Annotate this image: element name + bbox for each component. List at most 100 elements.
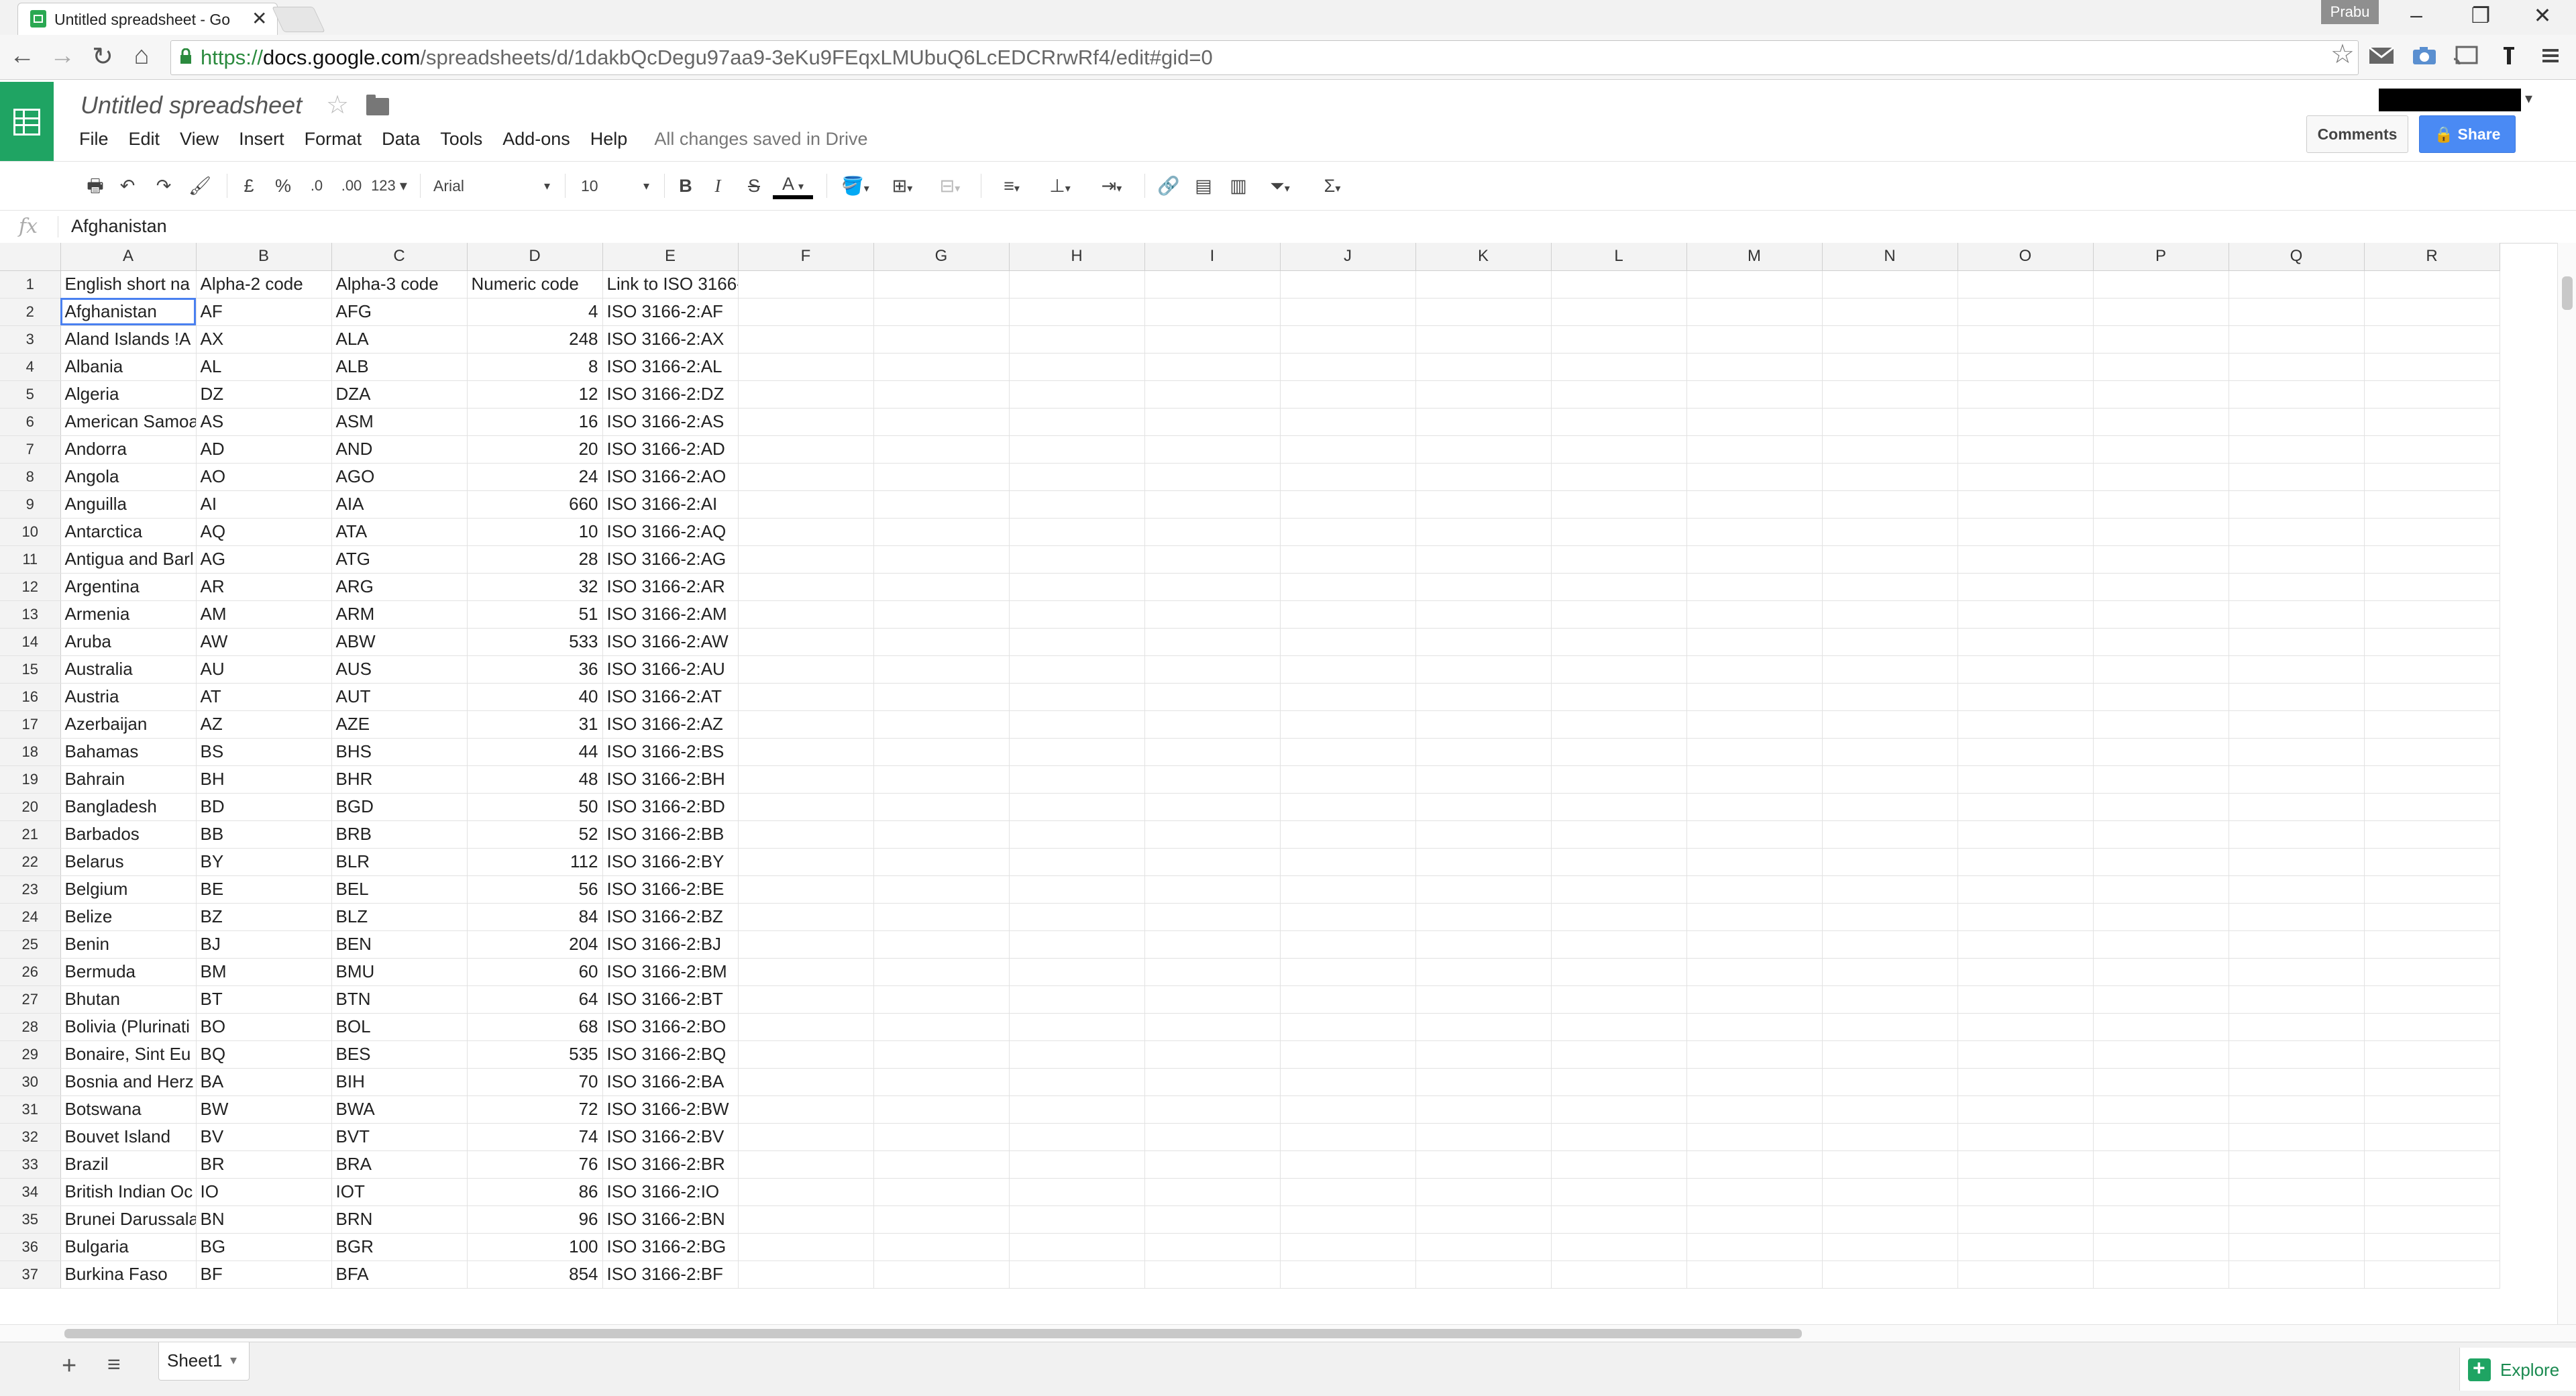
cell-k27[interactable] [1415,985,1552,1014]
cell-r3[interactable] [2364,325,2500,354]
cell-b25[interactable]: BJ [196,930,332,959]
explore-button[interactable]: Explore [2459,1348,2576,1391]
cell-i25[interactable] [1144,930,1281,959]
row-header[interactable]: 33 [0,1150,61,1179]
cell-f4[interactable] [738,353,874,381]
insert-comment-icon[interactable]: ▤ [1190,171,1217,201]
cell-q3[interactable] [2229,325,2365,354]
cell-i34[interactable] [1144,1178,1281,1206]
cell-q30[interactable] [2229,1068,2365,1096]
cell-a4[interactable]: Albania [60,353,197,381]
cell-q6[interactable] [2229,408,2365,436]
cell-i31[interactable] [1144,1095,1281,1124]
cell-q9[interactable] [2229,490,2365,519]
menu-data[interactable]: Data [382,129,420,153]
cell-r33[interactable] [2364,1150,2500,1179]
cell-g1[interactable] [873,270,1010,299]
cell-l17[interactable] [1551,710,1687,739]
cell-o13[interactable] [1957,600,2094,629]
cell-l4[interactable] [1551,353,1687,381]
cell-h22[interactable] [1009,848,1145,876]
cell-q5[interactable] [2229,380,2365,409]
cell-f17[interactable] [738,710,874,739]
row-header[interactable]: 19 [0,765,61,794]
cell-a16[interactable]: Austria [60,683,197,711]
cell-d11[interactable]: 28 [467,545,603,574]
cell-g24[interactable] [873,903,1010,931]
cell-o16[interactable] [1957,683,2094,711]
cell-c30[interactable]: BIH [331,1068,468,1096]
cell-c21[interactable]: BRB [331,820,468,849]
cell-l14[interactable] [1551,628,1687,656]
cell-d35[interactable]: 96 [467,1205,603,1234]
filter-icon[interactable]: ⏷▾ [1260,171,1300,201]
column-header-j[interactable]: J [1280,243,1416,271]
menu-view[interactable]: View [180,129,219,153]
cell-n27[interactable] [1822,985,1958,1014]
cell-j20[interactable] [1280,793,1416,821]
cell-j19[interactable] [1280,765,1416,794]
cell-c24[interactable]: BLZ [331,903,468,931]
cell-r14[interactable] [2364,628,2500,656]
cell-c16[interactable]: AUT [331,683,468,711]
cell-h26[interactable] [1009,958,1145,986]
cell-l36[interactable] [1551,1233,1687,1261]
row-header[interactable]: 9 [0,490,61,519]
cell-l37[interactable] [1551,1260,1687,1289]
reload-icon[interactable]: ↻ [86,42,119,72]
cell-h18[interactable] [1009,738,1145,766]
cell-h36[interactable] [1009,1233,1145,1261]
cell-q25[interactable] [2229,930,2365,959]
cell-e35[interactable]: ISO 3166-2:BN [602,1205,739,1234]
cell-r28[interactable] [2364,1013,2500,1041]
cell-d4[interactable]: 8 [467,353,603,381]
move-to-folder-icon[interactable] [366,95,389,115]
cell-n3[interactable] [1822,325,1958,354]
row-header[interactable]: 30 [0,1068,61,1096]
cell-a25[interactable]: Benin [60,930,197,959]
cell-f12[interactable] [738,573,874,601]
cell-j29[interactable] [1280,1040,1416,1069]
cell-o17[interactable] [1957,710,2094,739]
cell-o31[interactable] [1957,1095,2094,1124]
cell-m33[interactable] [1686,1150,1823,1179]
cell-o21[interactable] [1957,820,2094,849]
cell-d23[interactable]: 56 [467,875,603,904]
cell-h28[interactable] [1009,1013,1145,1041]
cell-h34[interactable] [1009,1178,1145,1206]
cell-q34[interactable] [2229,1178,2365,1206]
cell-q28[interactable] [2229,1013,2365,1041]
cell-i37[interactable] [1144,1260,1281,1289]
cell-o18[interactable] [1957,738,2094,766]
cell-j30[interactable] [1280,1068,1416,1096]
row-header[interactable]: 34 [0,1178,61,1206]
cell-e25[interactable]: ISO 3166-2:BJ [602,930,739,959]
cell-o32[interactable] [1957,1123,2094,1151]
cell-k12[interactable] [1415,573,1552,601]
cell-g26[interactable] [873,958,1010,986]
cell-c15[interactable]: AUS [331,655,468,684]
cell-q22[interactable] [2229,848,2365,876]
row-header[interactable]: 22 [0,848,61,876]
cell-o26[interactable] [1957,958,2094,986]
cell-n11[interactable] [1822,545,1958,574]
cell-m29[interactable] [1686,1040,1823,1069]
row-header[interactable]: 27 [0,985,61,1014]
cell-g25[interactable] [873,930,1010,959]
cell-b34[interactable]: IO [196,1178,332,1206]
cell-e14[interactable]: ISO 3166-2:AW [602,628,739,656]
cell-n20[interactable] [1822,793,1958,821]
cell-f2[interactable] [738,298,874,326]
cell-l22[interactable] [1551,848,1687,876]
menu-help[interactable]: Help [590,129,628,153]
cell-i21[interactable] [1144,820,1281,849]
cell-r37[interactable] [2364,1260,2500,1289]
vertical-scroll-thumb[interactable] [2562,276,2573,310]
cell-q37[interactable] [2229,1260,2365,1289]
cell-k15[interactable] [1415,655,1552,684]
cell-d31[interactable]: 72 [467,1095,603,1124]
cell-j14[interactable] [1280,628,1416,656]
cell-b10[interactable]: AQ [196,518,332,546]
cell-p6[interactable] [2093,408,2229,436]
cell-r18[interactable] [2364,738,2500,766]
